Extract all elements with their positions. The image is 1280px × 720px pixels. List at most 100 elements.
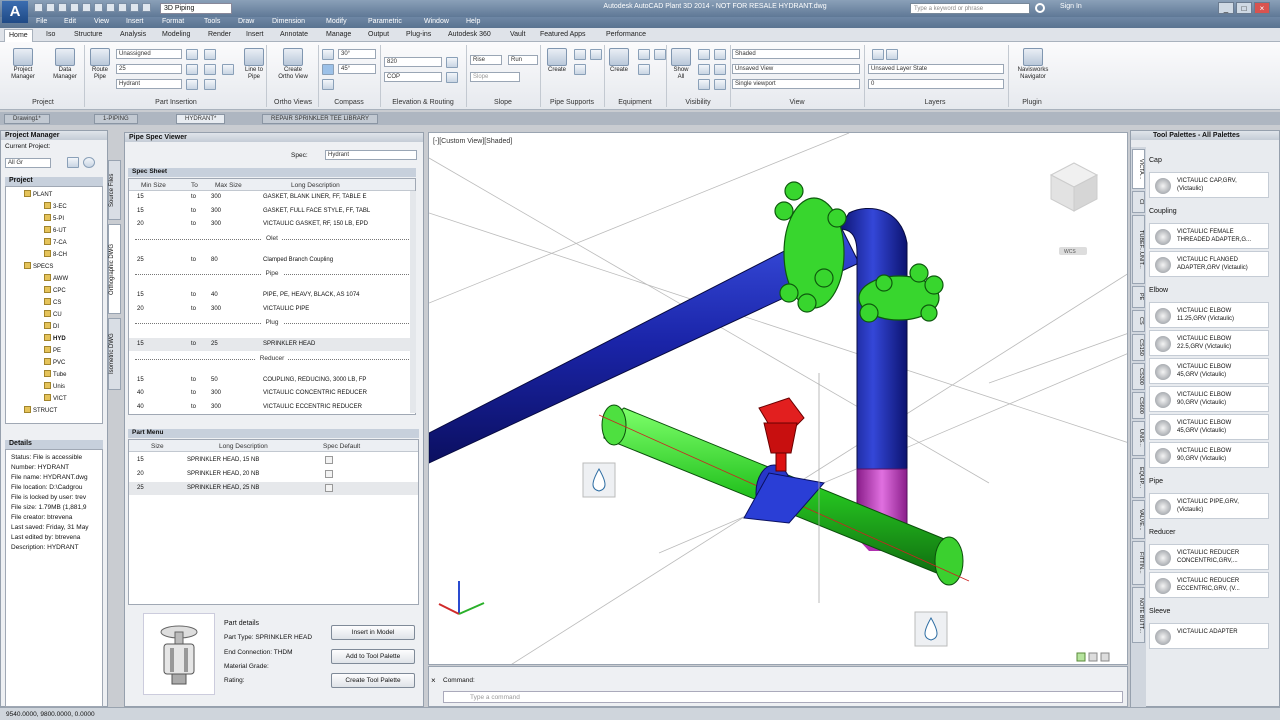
project-manager-button[interactable]: Project Manager	[6, 48, 40, 81]
visibility-tool-icon[interactable]	[698, 49, 710, 60]
tab-featured-apps[interactable]: Featured Apps	[540, 31, 586, 38]
run-input[interactable]: Run	[508, 55, 538, 65]
support-tool-icon[interactable]	[574, 49, 586, 60]
tree-node[interactable]: SPECS	[24, 262, 53, 270]
spec-row[interactable]: 15 to 40 PIPE, PE, HEAVY, BLACK, AS 1074	[129, 289, 415, 302]
tree-node[interactable]: 3-EC	[44, 202, 67, 210]
cop-dropdown[interactable]: COP	[384, 72, 442, 82]
spec-default-checkbox[interactable]	[325, 484, 333, 492]
menu-window[interactable]: Window	[424, 18, 449, 25]
palette-tool[interactable]: VICTAULIC ELBOW 90,GRV (Victaulic)	[1149, 386, 1269, 412]
match-properties-icon[interactable]	[130, 3, 139, 12]
print-icon[interactable]	[82, 3, 91, 12]
equipment-tool-icon[interactable]	[638, 49, 650, 60]
close-button[interactable]: ×	[1254, 2, 1270, 14]
compass-snap-icon[interactable]	[322, 64, 334, 75]
viewport-config-dropdown[interactable]: Single viewport	[732, 79, 860, 89]
undo-icon[interactable]	[106, 3, 115, 12]
create-tool-palette-button[interactable]: Create Tool Palette	[331, 673, 415, 688]
visibility-tool-icon[interactable]	[714, 49, 726, 60]
spec-row[interactable]: 20 to 300 VICTAULIC PIPE	[129, 303, 415, 316]
palette-tool[interactable]: VICTAULIC FLANGED ADAPTER,GRV (Victaulic…	[1149, 251, 1269, 277]
help-search-input[interactable]: Type a keyword or phrase	[910, 3, 1030, 14]
create-support-button[interactable]: Create	[544, 48, 570, 74]
spec-row[interactable]: 20 to 300 VICTAULIC GASKET, RF, 150 LB, EPD	[129, 218, 415, 231]
layer-tool-icon[interactable]	[872, 49, 884, 60]
menu-help[interactable]: Help	[466, 18, 480, 25]
red-sprinkler-head[interactable]	[758, 397, 805, 472]
layer-tool-icon[interactable]	[886, 49, 898, 60]
slope-input[interactable]: Slope	[470, 72, 520, 82]
tab-autodesk360[interactable]: Autodesk 360	[448, 31, 491, 38]
part-row[interactable]: 15 SPRINKLER HEAD, 15 NB	[129, 454, 418, 467]
visibility-tool-icon[interactable]	[698, 79, 710, 90]
navisworks-navigator-button[interactable]: Navisworks Navigator	[1012, 48, 1054, 81]
spec-row[interactable]: 15 to 300 GASKET, FULL FACE STYLE, FF, TABL	[129, 205, 415, 218]
minimize-button[interactable]: _	[1218, 2, 1234, 14]
qa-customize-icon[interactable]	[142, 3, 151, 12]
create-equipment-button[interactable]: Create	[606, 48, 632, 74]
tab-annotate[interactable]: Annotate	[280, 31, 308, 38]
pipe-spec-dropdown[interactable]: Hydrant	[116, 79, 182, 89]
spec-dropdown[interactable]: Unassigned	[116, 49, 182, 59]
tab-plugins[interactable]: Plug-ins	[406, 31, 431, 38]
insert-in-model-button[interactable]: Insert in Model	[331, 625, 415, 640]
menu-dimension[interactable]: Dimension	[272, 18, 305, 25]
menu-insert[interactable]: Insert	[126, 18, 144, 25]
visual-style-dropdown[interactable]: Shaded	[732, 49, 860, 59]
tree-node[interactable]: 6-UT	[44, 226, 66, 234]
maximize-button[interactable]: □	[1236, 2, 1252, 14]
save-as-icon[interactable]	[70, 3, 79, 12]
compass-toggle-icon[interactable]	[322, 49, 334, 60]
layer-dropdown[interactable]: 0	[868, 79, 1004, 89]
spec-default-checkbox[interactable]	[325, 456, 333, 464]
tree-node[interactable]: STRUCT	[24, 406, 57, 414]
tab-vault[interactable]: Vault	[510, 31, 525, 38]
menu-draw[interactable]: Draw	[238, 18, 254, 25]
tree-node[interactable]: DI	[44, 322, 59, 330]
palette-tool[interactable]: VICTAULIC ELBOW 45,GRV (Victaulic)	[1149, 358, 1269, 384]
tab-isometric-dwg[interactable]: Isometric DWG	[108, 318, 121, 390]
tab-home[interactable]: Home	[4, 29, 33, 42]
application-menu-button[interactable]: A	[2, 1, 28, 23]
spec-scrollbar[interactable]	[410, 191, 416, 413]
tab-modeling[interactable]: Modeling	[162, 31, 190, 38]
elevation-input[interactable]: 820	[384, 57, 442, 67]
tree-node[interactable]: 7-CA	[44, 238, 67, 246]
viewcube[interactable]: WCS	[1049, 162, 1099, 255]
project-tool-icon[interactable]	[67, 157, 79, 168]
tree-node[interactable]: PLANT	[24, 190, 52, 198]
viewport-nav-icon[interactable]	[1088, 652, 1098, 662]
named-view-dropdown[interactable]: Unsaved View	[732, 64, 860, 74]
spec-row[interactable]: 40 to 300 VICTAULIC ECCENTRIC REDUCER	[129, 401, 415, 414]
palette-tool[interactable]: VICTAULIC CAP,GRV, (Victaulic)	[1149, 172, 1269, 198]
tree-node[interactable]: Tube	[44, 370, 66, 378]
palette-tool[interactable]: VICTAULIC PIPE,GRV, (Victaulic)	[1149, 493, 1269, 519]
workspace-dropdown[interactable]: 3D Piping	[160, 3, 232, 14]
visibility-tool-icon[interactable]	[698, 64, 710, 75]
show-all-button[interactable]: Show All	[668, 48, 694, 81]
tab-manage[interactable]: Manage	[326, 31, 351, 38]
viewport-nav-icon[interactable]	[1076, 652, 1086, 662]
insertion-tool-icon[interactable]	[186, 49, 198, 60]
search-icon[interactable]	[1035, 3, 1045, 13]
insertion-tool-icon[interactable]	[186, 64, 198, 75]
palette-tool[interactable]: VICTAULIC ADAPTER	[1149, 623, 1269, 649]
menu-view[interactable]: View	[94, 18, 109, 25]
project-dropdown[interactable]: All Gr	[5, 158, 51, 168]
palette-tool[interactable]: VICTAULIC REDUCER ECCENTRIC,GRV, (V...	[1149, 572, 1269, 598]
data-manager-button[interactable]: Data Manager	[48, 48, 82, 81]
sign-in-link[interactable]: Sign In	[1060, 3, 1082, 10]
insertion-tool-icon[interactable]	[222, 64, 234, 75]
tree-node[interactable]: HYD	[44, 334, 66, 342]
tab-iso[interactable]: Iso	[46, 31, 55, 38]
insertion-tool-icon[interactable]	[204, 49, 216, 60]
spec-row[interactable]: 40 to 300 VICTAULIC CONCENTRIC REDUCER	[129, 387, 415, 400]
model-viewport[interactable]: [-][Custom View][Shaded] WCS	[428, 132, 1128, 665]
equipment-tool-icon[interactable]	[654, 49, 666, 60]
insertion-tool-icon[interactable]	[204, 79, 216, 90]
doc-tab[interactable]: 1-PIPING	[94, 114, 138, 124]
save-icon[interactable]	[58, 3, 67, 12]
tree-node[interactable]: CPC	[44, 286, 66, 294]
viewcube-wcs[interactable]: WCS	[1064, 249, 1076, 255]
